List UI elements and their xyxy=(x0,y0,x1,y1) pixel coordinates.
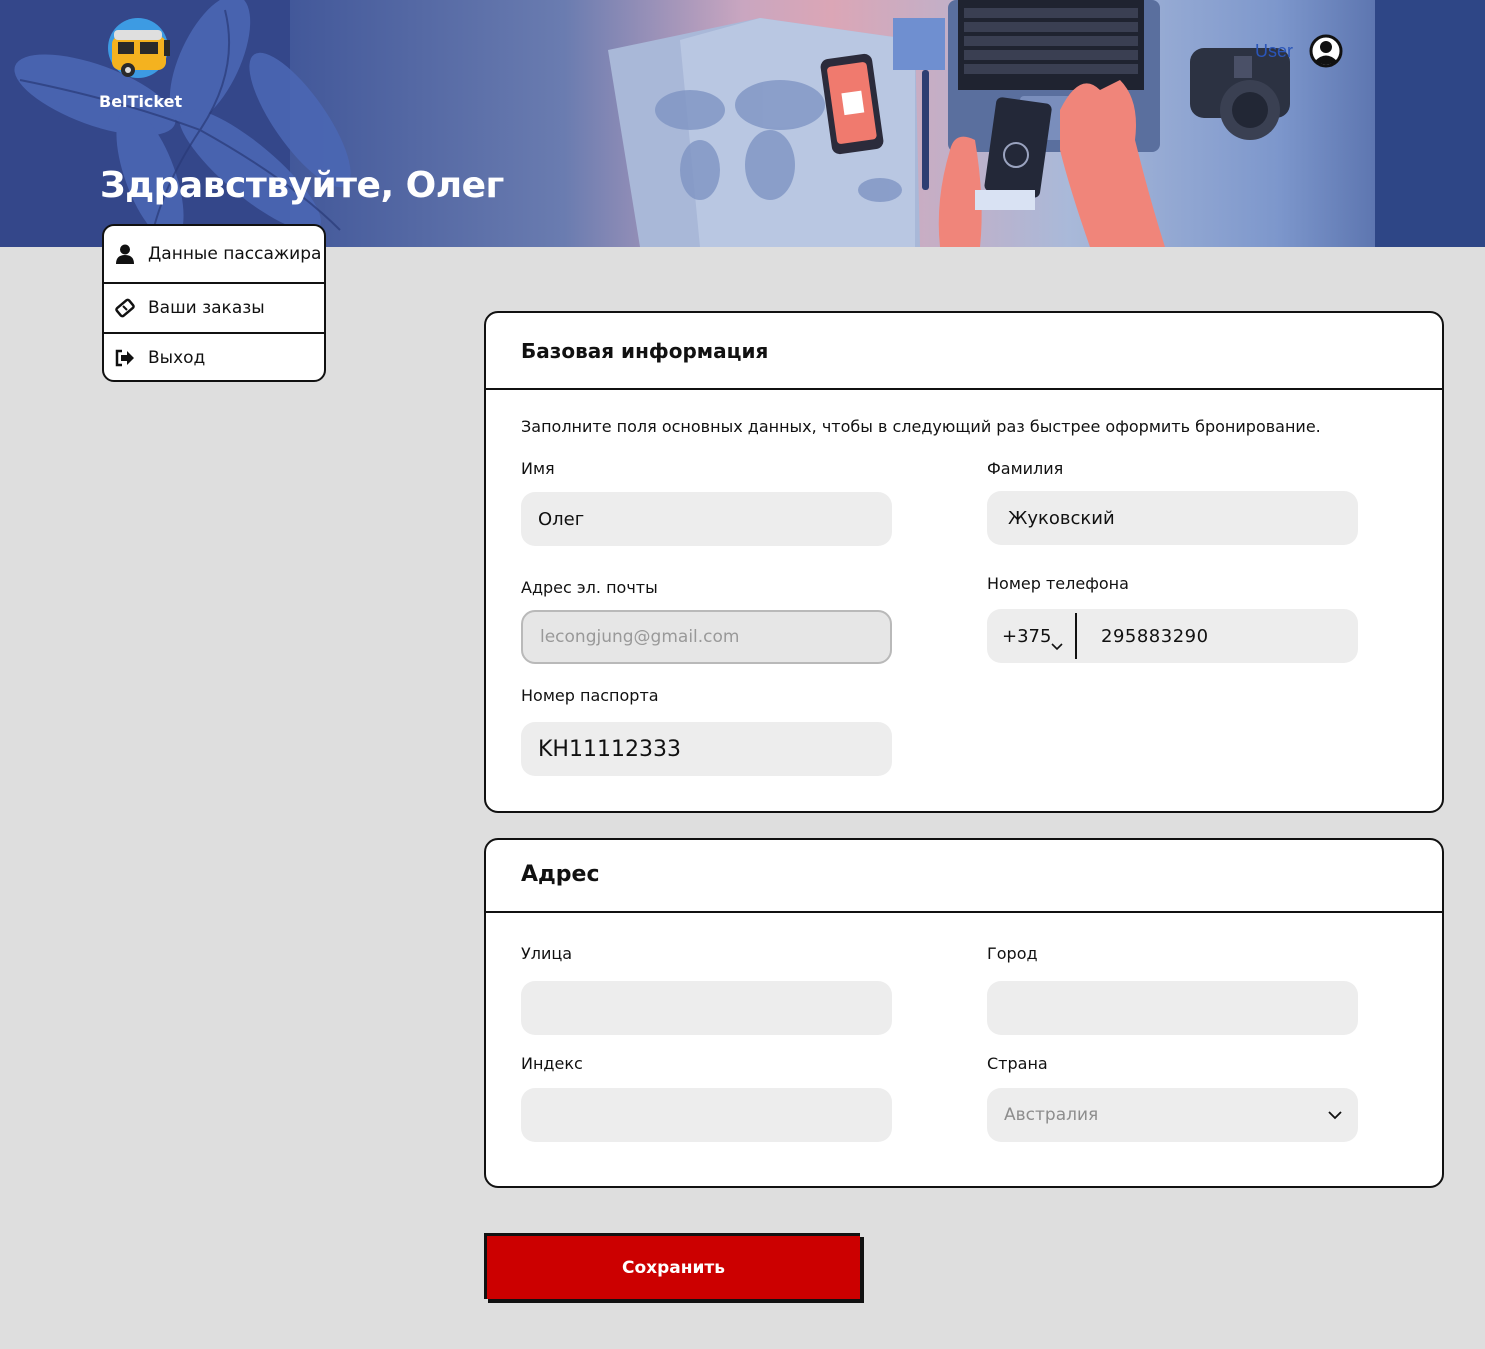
user-icon xyxy=(114,243,136,265)
zip-label: Индекс xyxy=(521,1054,583,1073)
chevron-down-icon xyxy=(1328,1111,1342,1120)
passport-value: KH11112333 xyxy=(538,736,681,762)
country-value: Австралия xyxy=(1004,1105,1099,1125)
sidebar-menu: Данные пассажира Ваши заказы Выход xyxy=(102,224,326,382)
card-title: Адрес xyxy=(521,862,600,887)
city-label: Город xyxy=(987,944,1038,963)
chevron-down-icon xyxy=(1051,643,1063,651)
user-avatar-icon[interactable] xyxy=(1309,34,1343,68)
card-description: Заполните поля основных данных, чтобы в … xyxy=(521,417,1321,436)
user-menu[interactable]: User xyxy=(1255,34,1343,68)
phone-label: Номер телефона xyxy=(987,574,1129,593)
email-label: Адрес эл. почты xyxy=(521,578,658,597)
sidebar-item-label: Ваши заказы xyxy=(148,298,265,318)
street-label: Улица xyxy=(521,944,573,963)
sidebar-item-label: Выход xyxy=(148,348,206,368)
sidebar-item-label: Данные пассажира xyxy=(148,244,322,264)
basic-info-card: Базовая информация Заполните поля основн… xyxy=(484,311,1444,813)
street-field[interactable] xyxy=(521,981,892,1035)
first-name-value: Олег xyxy=(538,508,585,530)
header-banner: BelTicket Здравствуйте, Олег User xyxy=(0,0,1485,247)
email-value: lecongjung@gmail.com xyxy=(540,627,740,647)
zip-field[interactable] xyxy=(521,1088,892,1142)
last-name-label: Фамилия xyxy=(987,459,1064,478)
country-select[interactable]: Австралия xyxy=(987,1088,1358,1142)
phone-code-value: +375 xyxy=(1002,625,1052,647)
save-button[interactable]: Сохранить xyxy=(484,1233,860,1299)
first-name-field[interactable]: Олег xyxy=(521,492,892,546)
phone-number-value: 295883290 xyxy=(1101,625,1209,647)
passport-label: Номер паспорта xyxy=(521,686,659,705)
user-link[interactable]: User xyxy=(1255,41,1293,62)
ticket-icon xyxy=(114,297,136,319)
brand-name[interactable]: BelTicket xyxy=(99,92,182,111)
email-field[interactable]: lecongjung@gmail.com xyxy=(521,610,892,664)
phone-code-select[interactable]: +375 xyxy=(987,609,1075,663)
sidebar-item-orders[interactable]: Ваши заказы xyxy=(104,284,324,332)
first-name-label: Имя xyxy=(521,459,555,478)
last-name-field[interactable]: Жуковский xyxy=(987,491,1358,545)
passport-field[interactable]: KH11112333 xyxy=(521,722,892,776)
page-title: Здравствуйте, Олег xyxy=(100,165,504,206)
divider xyxy=(486,911,1442,913)
sidebar-item-passenger-data[interactable]: Данные пассажира xyxy=(104,226,324,282)
country-label: Страна xyxy=(987,1054,1048,1073)
city-field[interactable] xyxy=(987,981,1358,1035)
address-card: Адрес Улица Город Индекс Страна Австрали… xyxy=(484,838,1444,1188)
card-title: Базовая информация xyxy=(521,339,769,363)
sidebar-item-logout[interactable]: Выход xyxy=(104,334,324,380)
last-name-value: Жуковский xyxy=(1008,507,1115,529)
phone-field[interactable]: +375 295883290 xyxy=(987,609,1358,663)
logout-icon xyxy=(114,347,136,369)
logo-icon[interactable] xyxy=(100,16,180,86)
divider xyxy=(486,388,1442,390)
